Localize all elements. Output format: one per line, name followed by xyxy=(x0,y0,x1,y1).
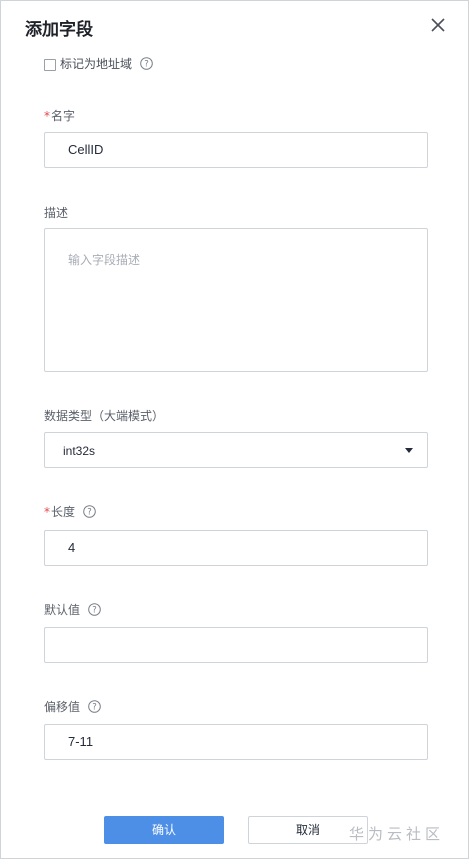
address-checkbox[interactable] xyxy=(44,58,56,71)
length-label: * 长度 ? xyxy=(44,503,96,520)
add-field-dialog: 添加字段 标记为地址域 ? * 名字 CellID 描述 输入字段描述 数据类型… xyxy=(0,0,469,859)
length-input[interactable]: 4 xyxy=(44,530,428,566)
data-type-label: 数据类型（大端模式） xyxy=(44,407,164,424)
data-type-label-text: 数据类型（大端模式） xyxy=(44,409,165,423)
address-checkbox-row: 标记为地址域 ? xyxy=(44,55,153,72)
description-label-text: 描述 xyxy=(44,206,69,220)
description-placeholder: 输入字段描述 xyxy=(68,253,141,267)
caret-down-icon xyxy=(405,448,413,453)
offset-input[interactable]: 7-11 xyxy=(44,724,428,760)
default-value-input[interactable] xyxy=(44,627,428,663)
data-type-value: int32s xyxy=(63,444,96,458)
description-label: 描述 xyxy=(44,204,68,221)
svg-text:?: ? xyxy=(92,606,97,616)
offset-label-text: 偏移值 xyxy=(44,700,81,714)
default-value-label: 默认值 ? xyxy=(44,601,101,618)
data-type-select[interactable]: int32s xyxy=(44,432,428,468)
svg-text:?: ? xyxy=(87,508,92,518)
close-icon[interactable] xyxy=(428,15,448,35)
svg-text:?: ? xyxy=(144,60,149,70)
question-circle-icon[interactable]: ? xyxy=(88,603,101,616)
question-circle-icon[interactable]: ? xyxy=(83,505,96,518)
description-textarea[interactable]: 输入字段描述 xyxy=(44,228,428,372)
length-label-text: 长度 xyxy=(51,505,76,519)
required-mark: * xyxy=(44,504,50,519)
required-mark: * xyxy=(44,108,50,123)
name-label: * 名字 xyxy=(44,107,75,124)
question-circle-icon[interactable]: ? xyxy=(140,57,153,70)
confirm-button[interactable]: 确认 xyxy=(104,816,224,844)
watermark-text: 华为云社区 xyxy=(349,825,445,843)
svg-text:?: ? xyxy=(92,703,97,713)
question-circle-icon[interactable]: ? xyxy=(88,700,101,713)
name-input[interactable]: CellID xyxy=(44,132,428,168)
default-value-label-text: 默认值 xyxy=(44,603,81,617)
dialog-title: 添加字段 xyxy=(25,20,93,40)
address-checkbox-label[interactable]: 标记为地址域 xyxy=(60,55,132,72)
offset-label: 偏移值 ? xyxy=(44,698,101,715)
name-label-text: 名字 xyxy=(51,109,76,123)
